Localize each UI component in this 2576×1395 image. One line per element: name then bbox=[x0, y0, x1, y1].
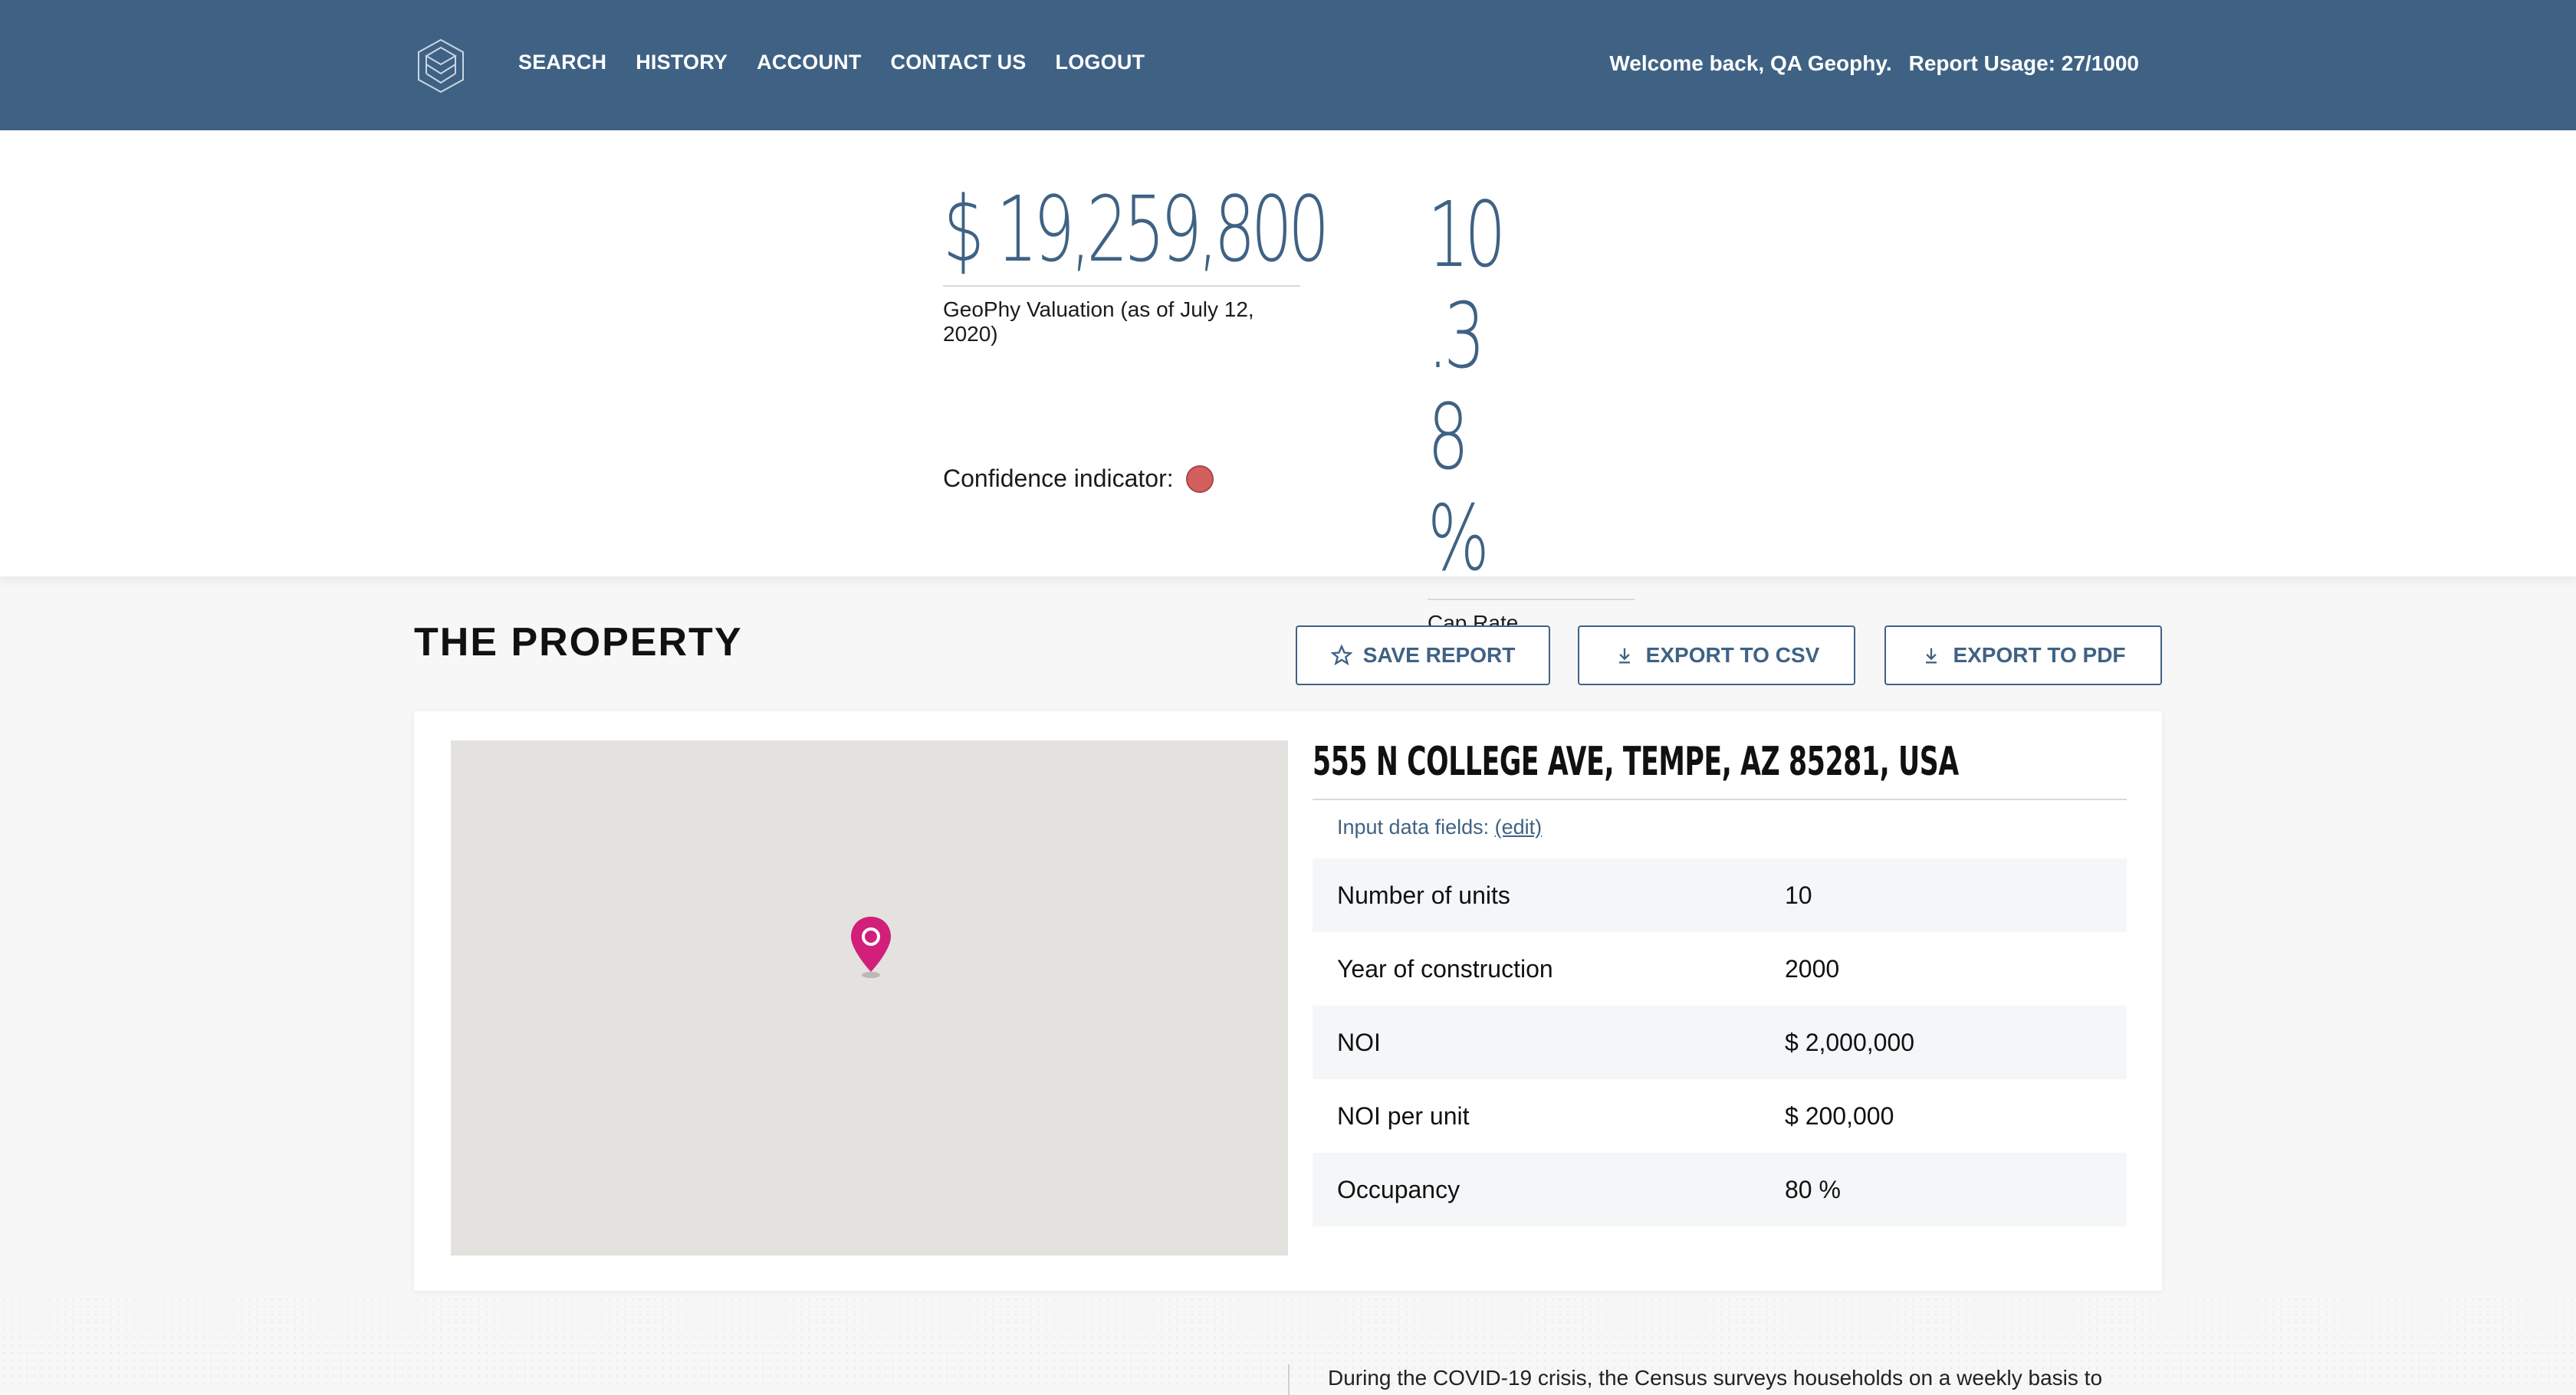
row-value: $ 200,000 bbox=[1785, 1101, 1894, 1130]
property-map[interactable] bbox=[451, 740, 1288, 1256]
star-icon bbox=[1330, 645, 1352, 666]
row-label: NOI per unit bbox=[1337, 1101, 1470, 1130]
row-value: 10 bbox=[1785, 881, 1812, 909]
export-csv-label: EXPORT TO CSV bbox=[1645, 643, 1820, 667]
cap-rate-block: 10.38 % Cap Rate bbox=[1428, 184, 1635, 635]
download-icon bbox=[1926, 648, 1937, 664]
edit-link[interactable]: (edit) bbox=[1495, 816, 1543, 839]
save-report-button[interactable]: SAVE REPORT bbox=[1296, 625, 1550, 685]
row-value: 80 % bbox=[1785, 1175, 1841, 1203]
geophy-logo-icon[interactable] bbox=[414, 37, 468, 95]
row-value: 2000 bbox=[1785, 954, 1840, 983]
map-pin-icon[interactable] bbox=[848, 915, 894, 980]
table-row: NOI per unit $ 200,000 bbox=[1313, 1079, 2127, 1153]
cap-rate-divider bbox=[1428, 598, 1635, 600]
main-nav: SEARCH HISTORY ACCOUNT CONTACT US LOGOUT bbox=[518, 51, 1145, 74]
input-data-fields: Input data fields: (edit) bbox=[1337, 816, 1542, 839]
valuation-panel: $ 19,259,800 GeoPhy Valuation (as of Jul… bbox=[0, 130, 2576, 635]
table-row: Year of construction 2000 bbox=[1313, 932, 2127, 1006]
confidence-dot-icon bbox=[1185, 464, 1214, 493]
top-navigation-bar: SEARCH HISTORY ACCOUNT CONTACT US LOGOUT… bbox=[0, 0, 2576, 130]
property-address: 555 N COLLEGE AVE, TEMPE, AZ 85281, USA bbox=[1313, 739, 1959, 785]
nav-account-link[interactable]: ACCOUNT bbox=[757, 51, 861, 74]
nav-search-link[interactable]: SEARCH bbox=[518, 51, 606, 74]
property-card: 555 N COLLEGE AVE, TEMPE, AZ 85281, USA … bbox=[414, 711, 2162, 1291]
export-pdf-label: EXPORT TO PDF bbox=[1953, 643, 2126, 667]
export-pdf-button[interactable]: EXPORT TO PDF bbox=[1884, 625, 2162, 685]
valuation-caption: GeoPhy Valuation (as of July 12, 2020) bbox=[943, 297, 1254, 346]
table-row: NOI $ 2,000,000 bbox=[1313, 1006, 2127, 1079]
section-title: THE PROPERTY bbox=[414, 620, 743, 665]
row-label: Occupancy bbox=[1337, 1175, 1460, 1203]
welcome-text: Welcome back, QA Geophy. bbox=[1609, 51, 1892, 75]
download-icon bbox=[1618, 648, 1630, 664]
nav-history-link[interactable]: HISTORY bbox=[636, 51, 728, 74]
user-status: Welcome back, QA Geophy. Report Usage: 2… bbox=[1609, 51, 2139, 76]
row-label: NOI bbox=[1337, 1028, 1381, 1056]
confidence-label: Confidence indicator: bbox=[943, 464, 1174, 492]
valuation-amount: $ 19,259,800 bbox=[943, 176, 1329, 282]
nav-contact-link[interactable]: CONTACT US bbox=[891, 51, 1027, 74]
table-row: Occupancy 80 % bbox=[1313, 1153, 2127, 1226]
property-data-table: Number of units 10 Year of construction … bbox=[1313, 858, 2127, 1226]
row-value: $ 2,000,000 bbox=[1785, 1028, 1915, 1056]
row-label: Year of construction bbox=[1337, 954, 1553, 983]
quote-divider bbox=[1288, 1364, 1290, 1395]
table-row: Number of units 10 bbox=[1313, 858, 2127, 932]
covid-info-text: During the COVID-19 crisis, the Census s… bbox=[1328, 1366, 2103, 1390]
export-csv-button[interactable]: EXPORT TO CSV bbox=[1578, 625, 1855, 685]
save-report-label: SAVE REPORT bbox=[1362, 643, 1516, 667]
cap-rate-value: 10.38 % bbox=[1428, 182, 1506, 592]
confidence-indicator: Confidence indicator: bbox=[943, 464, 1214, 493]
address-divider bbox=[1313, 799, 2127, 800]
input-data-label: Input data fields: bbox=[1337, 816, 1490, 839]
row-label: Number of units bbox=[1337, 881, 1510, 909]
report-usage: Report Usage: 27/1000 bbox=[1908, 51, 2139, 75]
nav-logout-link[interactable]: LOGOUT bbox=[1056, 51, 1145, 74]
valuation-block: $ 19,259,800 GeoPhy Valuation (as of Jul… bbox=[943, 176, 1329, 346]
valuation-divider bbox=[943, 285, 1300, 287]
